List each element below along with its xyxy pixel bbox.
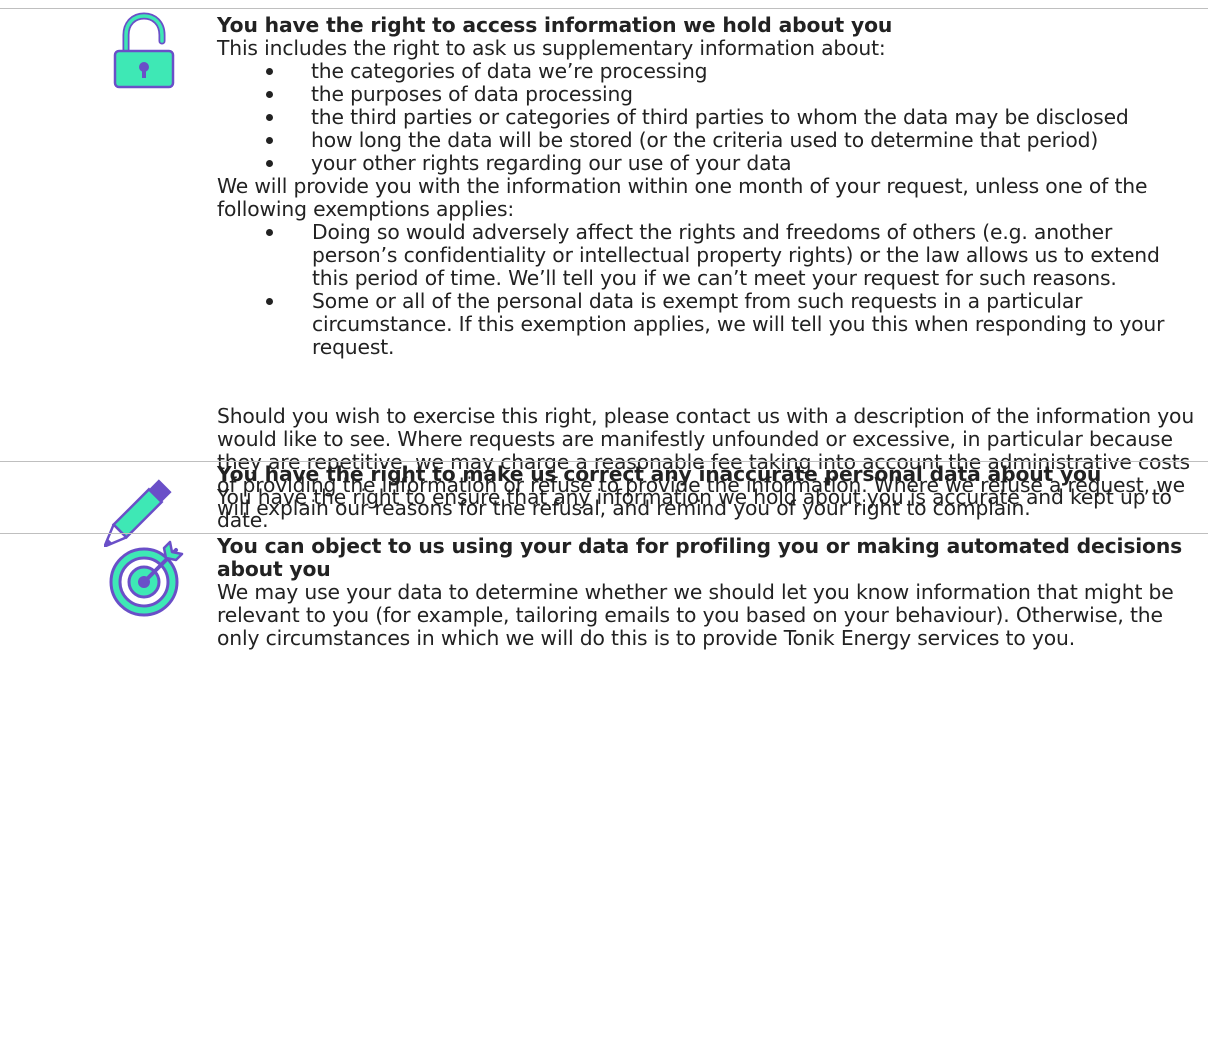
target-icon (109, 540, 184, 617)
section-correction-title: You have the right to make us correct an… (217, 462, 1102, 486)
section-access: You have the right to access information… (0, 8, 1208, 520)
section-profiling-title: You can object to us using your data for… (217, 534, 1183, 581)
list-item: the categories of data we’re processing (217, 60, 1197, 83)
unlocked-padlock-icon (113, 12, 175, 89)
section-access-title: You have the right to access information… (217, 13, 893, 37)
list-item: your other rights regarding our use of y… (217, 152, 1197, 175)
section-access-intro: This includes the right to ask us supple… (217, 36, 886, 60)
section-correction-content: You have the right to make us correct an… (217, 463, 1197, 532)
section-profiling-content: You can object to us using your data for… (217, 535, 1197, 650)
section-access-content: You have the right to access information… (217, 14, 1197, 520)
exemptions-list: Doing so would adversely affect the righ… (217, 221, 1197, 359)
list-item: how long the data will be stored (or the… (217, 129, 1197, 152)
section-profiling-body: We may use your data to determine whethe… (217, 580, 1174, 650)
list-item: Doing so would adversely affect the righ… (217, 221, 1197, 290)
section-access-timeframe: We will provide you with the information… (217, 174, 1148, 221)
list-item: Some or all of the personal data is exem… (217, 290, 1197, 359)
access-info-list: the categories of data we’re processing … (217, 60, 1197, 175)
list-item: the third parties or categories of third… (217, 106, 1197, 129)
list-item: the purposes of data processing (217, 83, 1197, 106)
section-profiling: You can object to us using your data for… (0, 533, 1208, 1055)
section-correction: You have the right to make us correct an… (0, 461, 1208, 547)
section-correction-body: You have the right to ensure that any in… (217, 485, 1172, 532)
